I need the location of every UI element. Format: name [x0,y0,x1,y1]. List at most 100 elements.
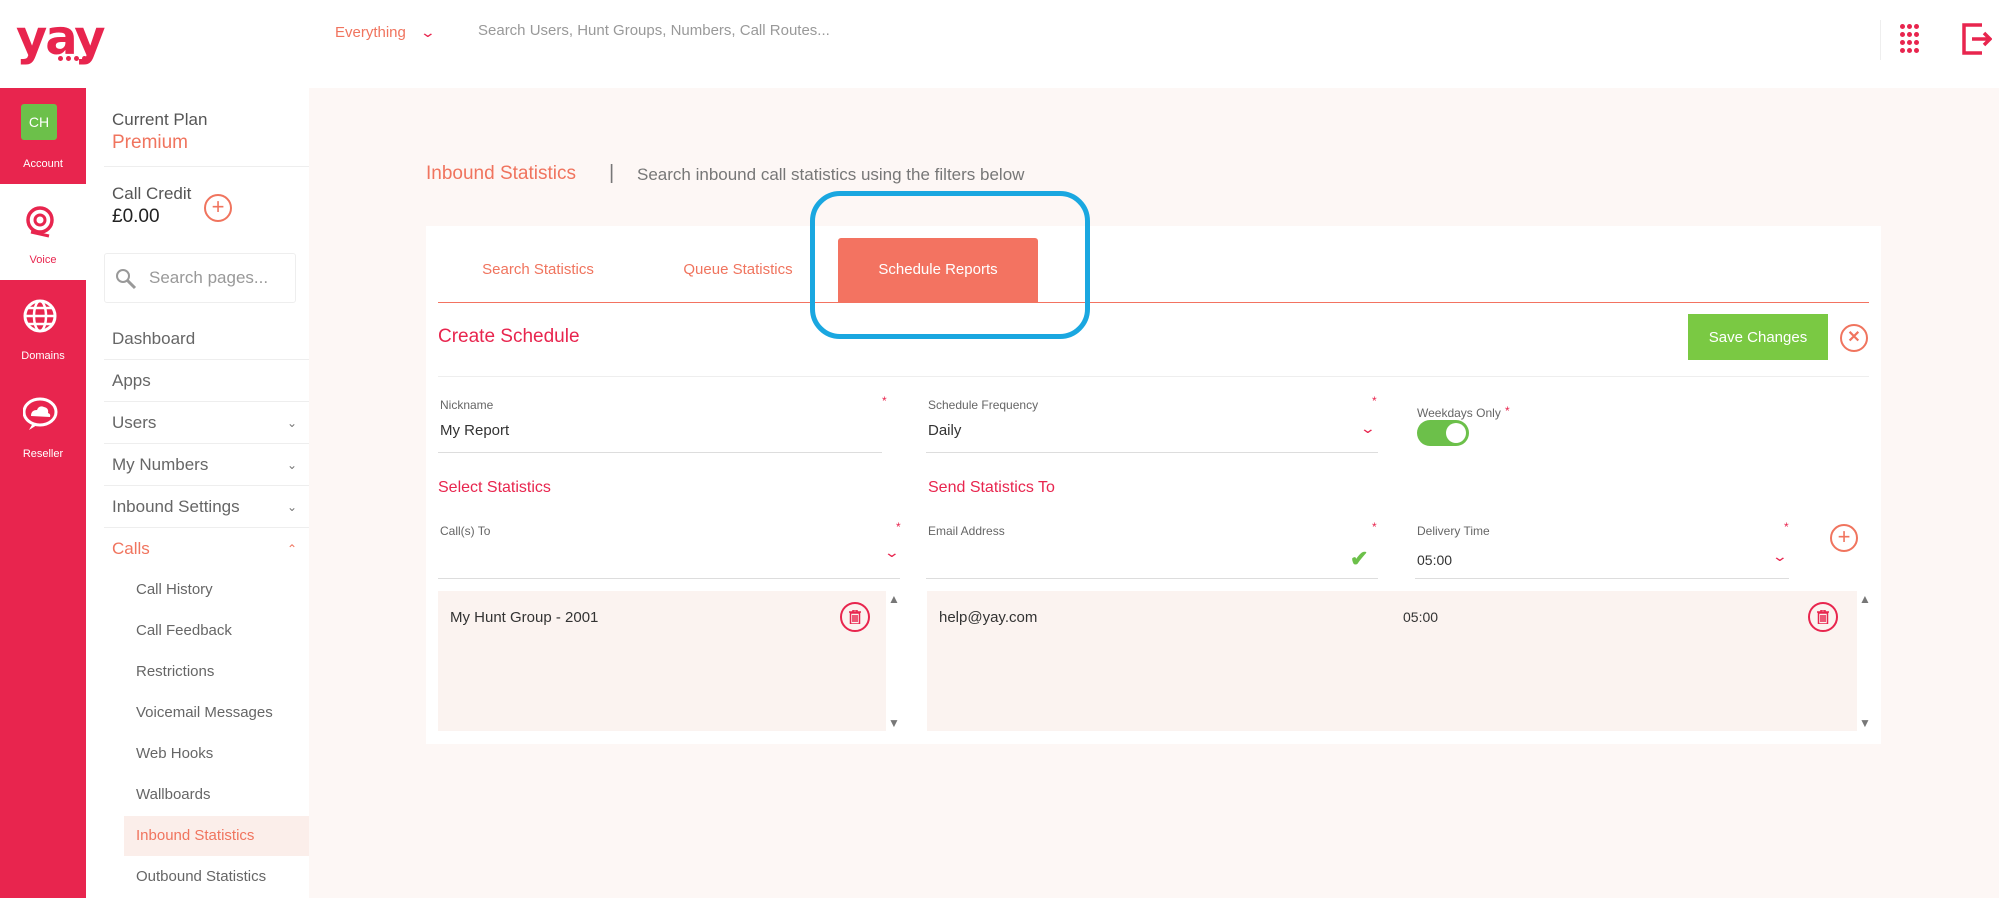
nav-item-users[interactable]: Users ⌄ [104,402,309,444]
recipient-email: help@yay.com [939,609,1038,626]
chevron-down-icon[interactable]: ⌄ [1360,420,1376,437]
rail-item-voice[interactable]: Voice [0,184,86,280]
required-mark: * [896,520,901,534]
nav-item-label: Dashboard [112,329,196,348]
highlight-annotation [810,191,1090,339]
plan-label: Current Plan [112,110,208,129]
nav-item-label: Inbound Settings [112,497,240,516]
avatar: CH [21,104,57,140]
main-content: Inbound Statistics | Search inbound call… [309,88,1999,898]
statistics-list: My Hunt Group - 2001 [438,591,886,731]
nickname-field[interactable]: My Report [440,422,509,439]
headset-icon [26,206,54,238]
nav-item-label: Apps [112,371,151,390]
required-mark: * [1372,394,1377,408]
weekdays-label: Weekdays Only [1417,406,1501,420]
save-changes-button[interactable]: Save Changes [1688,314,1828,360]
add-recipient-button[interactable]: + [1830,524,1858,552]
tab-queue-statistics[interactable]: Queue Statistics [638,238,838,302]
sub-item-restrictions[interactable]: Restrictions [124,652,309,692]
trash-icon [849,610,861,624]
nickname-underline [438,452,882,453]
scrollbar[interactable] [886,591,900,731]
trash-icon [1817,610,1829,624]
chevron-down-icon[interactable]: ⌄ [884,544,900,561]
calls-to-label: Call(s) To [440,524,491,538]
rail-item-reseller[interactable]: Reseller [0,378,86,474]
sub-item-call-feedback[interactable]: Call Feedback [124,611,309,651]
page-search[interactable] [104,253,296,303]
sub-item-web-hooks[interactable]: Web Hooks [124,734,309,774]
divider [1880,20,1881,60]
nav-item-calls[interactable]: Calls ⌃ [104,528,309,570]
rail-item-domains[interactable]: Domains [0,280,86,376]
create-schedule-title: Create Schedule [438,326,580,347]
sub-item-call-history[interactable]: Call History [124,570,309,610]
email-label: Email Address [928,524,1005,538]
search-icon [116,269,137,290]
checkmark-icon: ✔ [1350,546,1369,571]
chevron-down-icon[interactable]: ⌄ [1772,548,1788,565]
scrollbar[interactable] [1857,591,1871,731]
add-credit-button[interactable]: + [204,194,232,222]
nav-item-label: Calls [112,539,150,558]
search-scope-label: Everything [335,24,406,41]
cloud-icon [23,397,58,430]
icon-rail: CH Account Voice Domains Reseller [0,88,86,898]
recipients-list: help@yay.com 05:00 [927,591,1857,731]
chevron-down-icon: ⌄ [419,24,436,40]
send-statistics-title: Send Statistics To [928,479,1055,496]
page-title: Inbound Statistics [426,163,576,184]
required-mark: * [1372,520,1377,534]
rail-item-label: Account [23,158,63,170]
page-subtitle: Search inbound call statistics using the… [637,165,1025,184]
nav-item-my-numbers[interactable]: My Numbers ⌄ [104,444,309,486]
close-icon[interactable]: ✕ [1840,324,1868,352]
sub-item-outbound-statistics[interactable]: Outbound Statistics [124,857,309,897]
tab-search-statistics[interactable]: Search Statistics [438,238,638,302]
credit-value: £0.00 [112,206,160,227]
logo-dots [58,56,87,61]
statistics-card: Search Statistics Queue Statistics Sched… [426,191,1881,744]
select-statistics-title: Select Statistics [438,479,551,496]
rail-item-label: Reseller [22,448,64,460]
nav-item-inbound-settings[interactable]: Inbound Settings ⌄ [104,486,309,528]
scroll-down-icon[interactable]: ▼ [888,716,900,730]
dialpad-icon[interactable] [1900,24,1920,54]
globe-icon [23,299,57,333]
email-underline [926,578,1378,579]
scroll-down-icon[interactable]: ▼ [1859,716,1871,730]
sub-item-inbound-statistics[interactable]: Inbound Statistics [124,816,309,856]
plan-value[interactable]: Premium [112,132,188,154]
frequency-select[interactable]: Daily [928,422,961,439]
rail-item-account[interactable]: CH Account [0,88,86,184]
global-search-input[interactable] [478,22,1038,39]
nav-item-apps[interactable]: Apps [104,360,309,402]
weekdays-toggle[interactable] [1417,420,1469,446]
scroll-up-icon[interactable]: ▲ [888,592,900,606]
chevron-up-icon: ⌃ [286,542,297,556]
rail-item-label: Domains [21,350,65,362]
nav-item-dashboard[interactable]: Dashboard [104,318,309,360]
delivery-time-select[interactable]: 05:00 [1417,552,1452,568]
nav-item-label: Users [112,413,157,432]
required-mark: * [1505,404,1510,418]
sub-item-voicemail-messages[interactable]: Voicemail Messages [124,693,309,733]
title-separator: | [609,162,615,184]
delete-statistic-button[interactable] [840,602,870,632]
tab-underline [438,302,1869,303]
search-scope-dropdown[interactable]: Everything ⌄ [335,24,436,41]
sub-item-wallboards[interactable]: Wallboards [124,775,309,815]
delete-recipient-button[interactable] [1808,602,1838,632]
recipient-time: 05:00 [1403,609,1439,625]
calls-to-underline [438,578,900,579]
nav-item-label: My Numbers [112,455,209,474]
top-bar: yay Everything ⌄ [0,0,1999,88]
logout-icon[interactable] [1960,22,1992,56]
divider [104,166,309,167]
credit-label: Call Credit [112,184,192,203]
frequency-label: Schedule Frequency [928,398,1039,412]
list-item: My Hunt Group - 2001 [450,609,599,626]
scroll-up-icon[interactable]: ▲ [1859,592,1871,606]
page-search-input[interactable] [149,268,289,288]
